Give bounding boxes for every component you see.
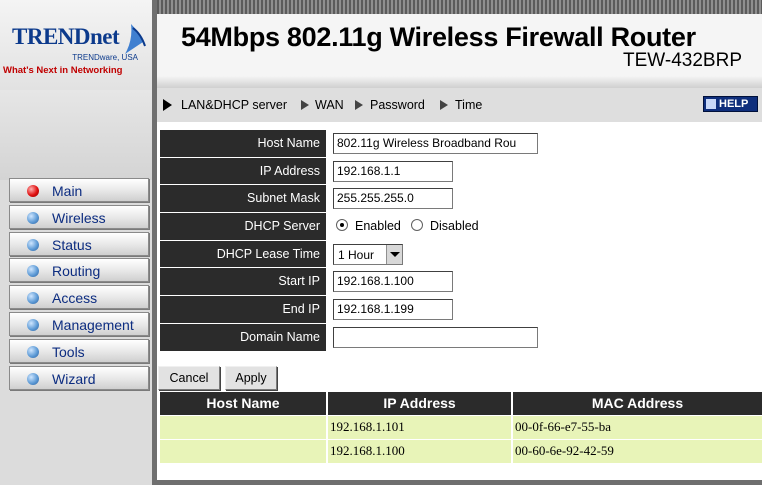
bullet-icon: [27, 211, 39, 224]
dhcp-server-label: DHCP Server: [160, 213, 328, 240]
form-row-dhcp-server: DHCP Server Enabled Disabled: [160, 213, 762, 241]
column-mac-address: MAC Address: [513, 392, 762, 415]
column-ip-address: IP Address: [328, 392, 511, 415]
form-row-lease-time: DHCP Lease Time 1 Hour: [160, 240, 762, 269]
logo-subtext: TRENDware, USA: [72, 53, 138, 62]
subnet-mask-input[interactable]: 255.255.255.0: [333, 188, 453, 210]
menu-item-main[interactable]: Main: [9, 178, 149, 202]
table-row: 192.168.1.100 00-60-6e-92-42-59: [160, 440, 762, 463]
bullet-icon: [27, 372, 39, 385]
menu-item-wireless[interactable]: Wireless: [9, 204, 149, 229]
logo: TRENDnet TRENDware, USA What's Next in N…: [0, 0, 152, 90]
menu-item-access[interactable]: Access: [9, 285, 149, 310]
bullet-icon: [27, 238, 39, 251]
menu-item-label: Management: [52, 316, 134, 333]
menu-item-label: Tools: [52, 343, 85, 360]
nav-wan[interactable]: WAN: [315, 98, 344, 112]
domain-name-input[interactable]: [333, 326, 538, 348]
active-dot-icon: [27, 185, 39, 197]
menu-item-label: Status: [52, 236, 92, 253]
bullet-icon: [27, 292, 39, 305]
subnet-mask-label: Subnet Mask: [160, 185, 328, 213]
logo-tagline: What's Next in Networking: [3, 65, 123, 76]
help-button[interactable]: HELP: [703, 96, 758, 112]
cell-mac: 00-60-6e-92-42-59: [513, 440, 762, 463]
form-row-subnet-mask: Subnet Mask 255.255.255.0: [160, 185, 762, 214]
nav-separator-icon: [440, 100, 448, 110]
table-row: 192.168.1.101 00-0f-66-e7-55-ba: [160, 416, 762, 439]
domain-name-label: Domain Name: [160, 323, 328, 351]
cell-host: [160, 416, 326, 439]
logo-text: TRENDnet: [12, 24, 120, 49]
form-row-domain-name: Domain Name: [160, 323, 762, 352]
help-label: HELP: [719, 98, 749, 110]
sub-nav: LAN&DHCP server WAN Password Time HELP: [157, 88, 762, 122]
nav-password[interactable]: Password: [370, 98, 425, 112]
dhcp-disabled-label: Disabled: [430, 219, 479, 234]
left-shade: [0, 90, 152, 180]
menu-item-label: Wireless: [52, 209, 106, 226]
table-header: Host Name IP Address MAC Address: [160, 392, 762, 415]
menu-item-routing[interactable]: Routing: [9, 258, 149, 283]
left-panel: TRENDnet TRENDware, USA What's Next in N…: [0, 0, 152, 485]
cell-ip: 192.168.1.100: [328, 440, 511, 463]
menu-item-label: Main: [52, 183, 83, 199]
cancel-button[interactable]: Cancel: [158, 366, 220, 390]
form-row-ip-address: IP Address 192.168.1.1: [160, 157, 762, 186]
form-row-start-ip: Start IP 192.168.1.100: [160, 268, 762, 297]
product-title: 54Mbps 802.11g Wireless Firewall Router: [181, 22, 696, 52]
menu-item-label: Routing: [52, 263, 101, 280]
menu-item-wizard[interactable]: Wizard: [9, 365, 149, 390]
logo-swoosh-icon: [125, 24, 146, 54]
dhcp-disabled-radio[interactable]: [411, 219, 423, 232]
start-ip-label: Start IP: [160, 268, 328, 296]
bullet-icon: [27, 265, 39, 278]
lease-time-label: DHCP Lease Time: [160, 240, 328, 268]
bullet-icon: [27, 318, 39, 331]
nav-separator-icon: [301, 100, 309, 110]
page-header: 54Mbps 802.11g Wireless Firewall Router …: [157, 0, 762, 88]
column-host-name: Host Name: [160, 392, 326, 415]
menu-item-status[interactable]: Status: [9, 231, 149, 256]
ip-address-input[interactable]: 192.168.1.1: [333, 160, 453, 182]
dhcp-enabled-radio[interactable]: [336, 219, 348, 232]
form-row-host-name: Host Name 802.11g Wireless Broadband Rou: [160, 130, 762, 158]
cell-host: [160, 440, 326, 463]
main-menu: Main Wireless Status Routing Access Mana…: [9, 178, 149, 392]
cell-mac: 00-0f-66-e7-55-ba: [513, 416, 762, 439]
end-ip-label: End IP: [160, 296, 328, 323]
nav-separator-icon: [355, 100, 363, 110]
menu-item-tools[interactable]: Tools: [9, 338, 149, 363]
cell-ip: 192.168.1.101: [328, 416, 511, 439]
menu-item-management[interactable]: Management: [9, 311, 149, 336]
host-name-input[interactable]: 802.11g Wireless Broadband Rou: [333, 133, 538, 154]
header-stripe: [157, 0, 762, 14]
lease-time-select[interactable]: 1 Hour: [333, 243, 403, 265]
start-ip-input[interactable]: 192.168.1.100: [333, 271, 453, 293]
menu-item-label: Access: [52, 290, 98, 307]
header-fade: [157, 76, 762, 88]
apply-button[interactable]: Apply: [225, 366, 277, 390]
nav-time[interactable]: Time: [455, 98, 482, 112]
lan-settings-form: Host Name 802.11g Wireless Broadband Rou…: [160, 130, 762, 352]
menu-item-label: Wizard: [52, 370, 96, 387]
dhcp-enabled-label: Enabled: [355, 219, 401, 234]
dhcp-client-table: Host Name IP Address MAC Address 192.168…: [160, 392, 762, 463]
chevron-down-icon[interactable]: [386, 244, 402, 264]
end-ip-input[interactable]: 192.168.1.199: [333, 299, 453, 321]
help-icon: [706, 99, 716, 109]
form-row-end-ip: End IP 192.168.1.199: [160, 296, 762, 324]
ip-address-label: IP Address: [160, 157, 328, 185]
product-model: TEW-432BRP: [623, 50, 742, 71]
nav-arrow-icon: [163, 99, 172, 111]
lease-time-value: 1 Hour: [338, 247, 375, 262]
host-name-label: Host Name: [160, 130, 328, 157]
bottom-divider: [157, 480, 762, 485]
nav-lan-dhcp[interactable]: LAN&DHCP server: [181, 98, 287, 112]
bullet-icon: [27, 345, 39, 358]
